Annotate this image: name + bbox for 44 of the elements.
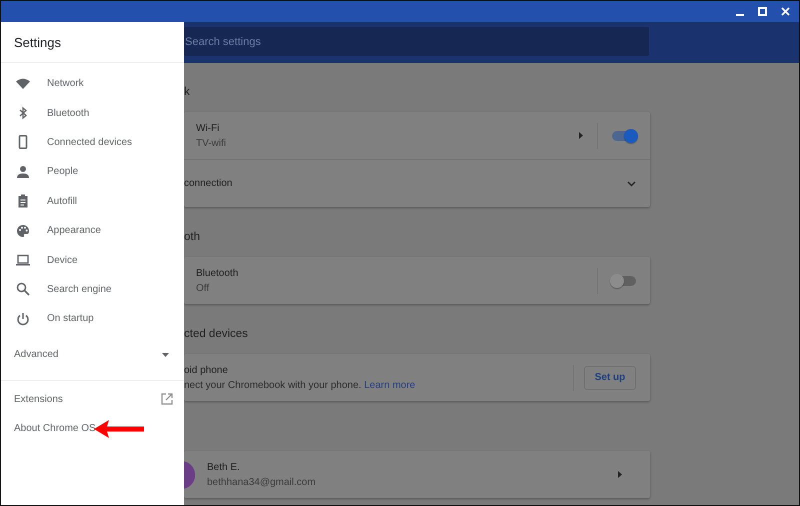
section-heading: k xyxy=(184,85,191,100)
row-subtitle: bethhana34@gmail.com xyxy=(207,476,317,488)
person-icon xyxy=(16,164,30,179)
wifi-icon xyxy=(16,76,30,91)
submenu-arrow-icon[interactable] xyxy=(579,132,583,139)
row-title: oid phone xyxy=(184,364,229,376)
menu-item[interactable]: Autofill xyxy=(1,186,184,216)
row-subtitle: Off xyxy=(196,282,210,294)
row-title: Beth E. xyxy=(207,462,241,472)
menu-item[interactable]: Device xyxy=(1,245,184,275)
menu-link[interactable]: About Chrome OS xyxy=(14,423,96,434)
menu-item[interactable]: Connected devices xyxy=(1,128,184,158)
annotation-arrow xyxy=(94,419,144,440)
palette-icon xyxy=(16,224,30,238)
drawer-title: Settings xyxy=(1,22,184,63)
row-subtitle: TV-wifi xyxy=(196,138,227,148)
submenu-arrow-icon[interactable] xyxy=(618,471,622,478)
menu-item[interactable]: Appearance xyxy=(1,216,184,246)
menu-item[interactable]: People xyxy=(1,157,184,187)
search-icon xyxy=(16,282,30,296)
menu-item[interactable]: On startup xyxy=(1,304,184,334)
toggle-switch[interactable] xyxy=(612,130,636,140)
external-link-icon[interactable] xyxy=(161,393,173,406)
close-icon[interactable] xyxy=(781,7,790,16)
row-description: nect your Chromebook with your phone. Learn more xyxy=(184,380,416,390)
avatar xyxy=(184,460,195,488)
clipboard-icon xyxy=(16,194,30,208)
menu-link[interactable]: Extensions xyxy=(14,394,63,405)
laptop-icon xyxy=(16,253,30,268)
section-heading: cted devices xyxy=(184,327,249,342)
search-field[interactable]: Search settings xyxy=(184,27,649,56)
menu-item[interactable]: Bluetooth xyxy=(1,98,184,128)
chevron-down-icon[interactable] xyxy=(627,180,636,186)
toggle-switch[interactable] xyxy=(612,276,636,286)
row-title: Wi-Fi xyxy=(196,122,220,134)
section-heading: oth xyxy=(184,230,201,245)
row-title: Bluetooth xyxy=(196,268,240,278)
phone-icon xyxy=(16,135,30,150)
row-title: connection xyxy=(184,178,234,189)
maximize-icon[interactable] xyxy=(758,7,767,16)
menu-item[interactable]: Network xyxy=(1,69,184,98)
power-icon xyxy=(16,312,30,326)
menu-item[interactable]: Search engine xyxy=(1,274,184,304)
advanced-item[interactable]: Advanced xyxy=(1,340,184,370)
